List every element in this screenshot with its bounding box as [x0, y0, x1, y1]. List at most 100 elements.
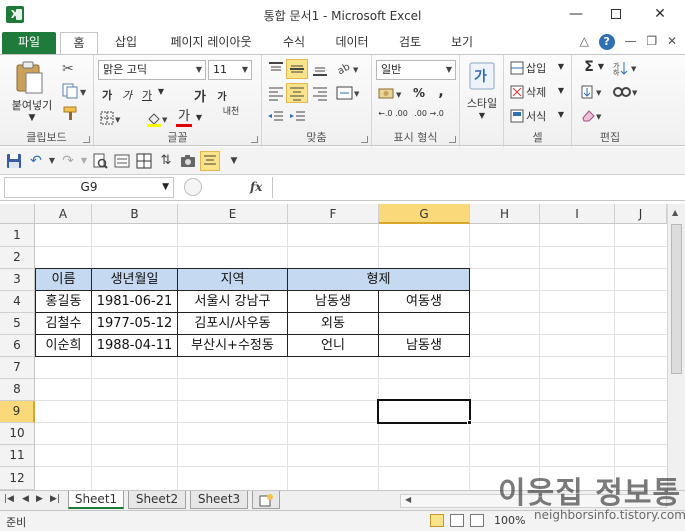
- close-button[interactable]: ✕: [640, 0, 680, 28]
- cell-g4[interactable]: 여동생: [378, 290, 470, 313]
- insert-cells-icon[interactable]: [510, 61, 524, 75]
- cell-b5[interactable]: 1977-05-12: [91, 312, 178, 335]
- customize-qat-icon[interactable]: ▼: [226, 153, 242, 169]
- delete-cells-dropdown-icon[interactable]: ▼: [556, 86, 566, 95]
- minimize-ribbon-icon[interactable]: △: [580, 34, 589, 48]
- bold-button[interactable]: 가: [100, 87, 114, 103]
- scroll-up-icon[interactable]: ▲: [672, 208, 678, 217]
- select-all-button[interactable]: [0, 204, 35, 224]
- row-header-1[interactable]: 1: [0, 224, 35, 247]
- page-break-view-icon[interactable]: [470, 514, 484, 527]
- row-header-4[interactable]: 4: [0, 291, 35, 313]
- format-cells-dropdown-icon[interactable]: ▼: [556, 110, 566, 119]
- row-header-10[interactable]: 10: [0, 423, 35, 445]
- row-header-9[interactable]: 9: [0, 401, 35, 423]
- camera-icon[interactable]: [180, 153, 196, 169]
- align-top-icon[interactable]: [266, 60, 286, 78]
- tab-page-layout[interactable]: 페이지 레이아웃: [156, 32, 266, 54]
- save-icon[interactable]: [6, 153, 22, 169]
- prev-sheet-icon[interactable]: ◀: [22, 494, 29, 504]
- doc-close-icon[interactable]: ✕: [667, 34, 677, 48]
- row-header-2[interactable]: 2: [0, 247, 35, 269]
- fill-handle[interactable]: [467, 420, 472, 425]
- undo-dropdown-icon[interactable]: ▼: [44, 153, 60, 169]
- clear-icon[interactable]: ▼: [580, 108, 606, 124]
- cell-e4[interactable]: 서울시 강남구: [177, 290, 288, 313]
- font-size-combo[interactable]: 11 ▼: [208, 60, 252, 80]
- row-header-8[interactable]: 8: [0, 379, 35, 401]
- font-color-dropdown-icon[interactable]: ▼: [194, 113, 204, 122]
- qat-align-center-icon[interactable]: [200, 151, 220, 171]
- undo-icon[interactable]: ↶: [28, 153, 44, 169]
- cell-a5[interactable]: 김철수: [35, 312, 92, 335]
- vertical-scroll-thumb[interactable]: [671, 224, 682, 374]
- column-header-h[interactable]: H: [470, 204, 540, 224]
- cut-icon[interactable]: ✂: [62, 61, 80, 77]
- row-header-11[interactable]: 11: [0, 445, 35, 467]
- paste-dropdown-icon[interactable]: ▼: [22, 113, 42, 123]
- new-sheet-icon[interactable]: [252, 491, 280, 509]
- cell-e6[interactable]: 부산시+수정동: [177, 334, 288, 357]
- form-icon[interactable]: [114, 153, 130, 169]
- copy-icon[interactable]: ▼: [62, 83, 88, 99]
- orientation-icon[interactable]: ab ▼: [336, 60, 362, 78]
- column-header-j[interactable]: J: [615, 204, 667, 224]
- maximize-button[interactable]: [596, 0, 636, 28]
- find-select-icon[interactable]: ▼: [612, 84, 640, 100]
- first-sheet-icon[interactable]: |◀: [4, 494, 14, 504]
- font-launcher-icon[interactable]: [251, 136, 258, 143]
- italic-button[interactable]: 가: [120, 87, 134, 103]
- align-left-icon[interactable]: [266, 84, 286, 102]
- sort-icon[interactable]: ⇅: [158, 153, 174, 169]
- underline-dropdown-icon[interactable]: ▼: [156, 87, 166, 96]
- align-right-icon[interactable]: [310, 84, 330, 102]
- column-header-i[interactable]: I: [540, 204, 615, 224]
- currency-icon[interactable]: ▼: [378, 86, 406, 102]
- doc-restore-icon[interactable]: ❐: [646, 34, 657, 48]
- column-header-a[interactable]: A: [35, 204, 92, 224]
- column-header-f[interactable]: F: [288, 204, 379, 224]
- cell-b4[interactable]: 1981-06-21: [91, 290, 178, 313]
- align-middle-icon[interactable]: [286, 59, 308, 79]
- vertical-scrollbar[interactable]: ▲: [667, 204, 685, 490]
- alignment-launcher-icon[interactable]: [361, 136, 368, 143]
- name-box[interactable]: G9 ▼: [4, 177, 174, 198]
- tab-view[interactable]: 보기: [440, 32, 484, 54]
- column-header-e[interactable]: E: [178, 204, 288, 224]
- increase-decimal-button[interactable]: ←.0 .00: [376, 109, 410, 118]
- row-header-3[interactable]: 3: [0, 269, 35, 291]
- cell-a4[interactable]: 홍길동: [35, 290, 92, 313]
- styles-button[interactable]: 스타일: [460, 95, 504, 111]
- minimize-button[interactable]: —: [556, 0, 596, 28]
- insert-cells-dropdown-icon[interactable]: ▼: [556, 62, 566, 71]
- page-layout-view-icon[interactable]: [450, 514, 464, 527]
- formula-input[interactable]: [272, 177, 685, 198]
- cell-f5[interactable]: 외동: [287, 312, 379, 335]
- insert-function-button[interactable]: fx: [250, 180, 262, 194]
- redo-dropdown-icon[interactable]: ▼: [76, 153, 92, 169]
- scroll-left-icon[interactable]: ◀: [405, 495, 411, 504]
- tab-insert[interactable]: 삽입: [104, 32, 148, 54]
- styles-dropdown-icon[interactable]: ▼: [460, 111, 504, 120]
- cell-f4[interactable]: 남동생: [287, 290, 379, 313]
- delete-cells-button[interactable]: 삭제: [526, 84, 554, 100]
- decrease-indent-icon[interactable]: [266, 108, 286, 126]
- insert-cells-button[interactable]: 삽입: [526, 60, 554, 76]
- row-header-7[interactable]: 7: [0, 357, 35, 379]
- sheet-tab-2[interactable]: Sheet2: [128, 491, 186, 509]
- cell-e5[interactable]: 김포시/사우동: [177, 312, 288, 335]
- shrink-font-button[interactable]: 가: [214, 88, 230, 103]
- decrease-decimal-button[interactable]: .00 →.0: [412, 109, 446, 118]
- all-borders-icon[interactable]: [136, 153, 152, 169]
- tab-review[interactable]: 검토: [388, 32, 432, 54]
- print-preview-icon[interactable]: [92, 153, 108, 169]
- cell-e3[interactable]: 지역: [177, 268, 288, 291]
- align-center-icon[interactable]: [286, 83, 308, 103]
- cell-g6[interactable]: 남동생: [378, 334, 470, 357]
- selected-cell-g9[interactable]: [377, 399, 471, 424]
- autosum-dropdown-icon[interactable]: ▼: [596, 62, 606, 71]
- next-sheet-icon[interactable]: ▶: [36, 494, 43, 504]
- font-color-button[interactable]: 가: [176, 110, 192, 127]
- tab-formulas[interactable]: 수식: [272, 32, 316, 54]
- cell-f3-merged[interactable]: 형제: [287, 268, 470, 291]
